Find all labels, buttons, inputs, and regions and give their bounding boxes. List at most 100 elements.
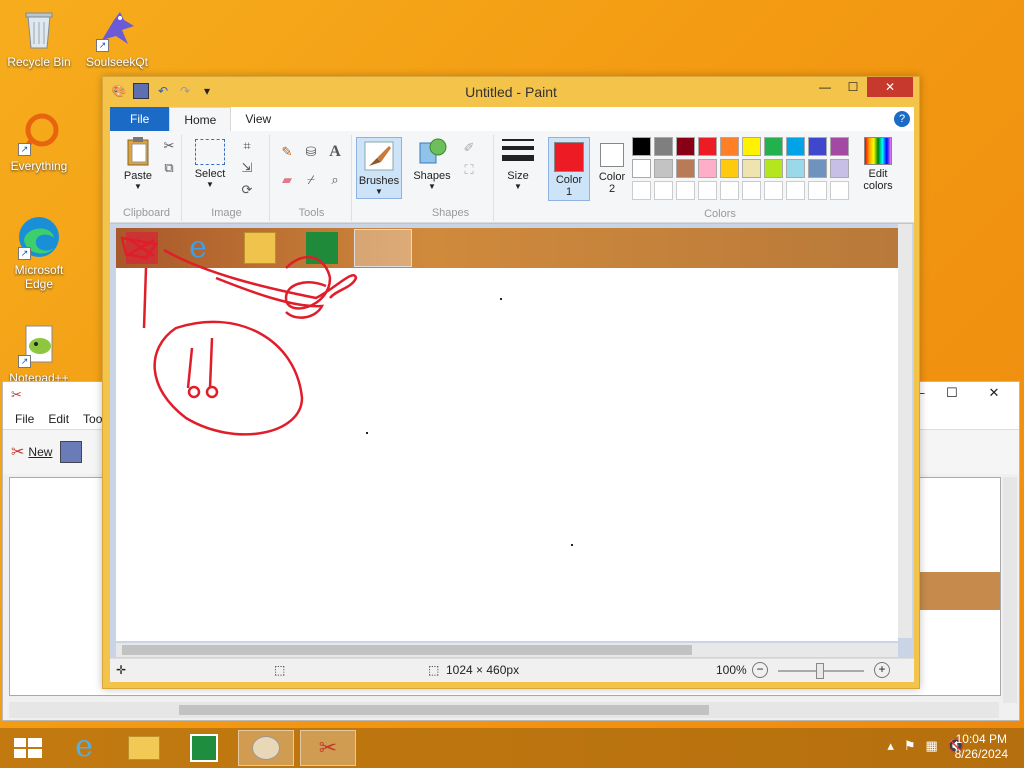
- vertical-scrollbar[interactable]: [1003, 477, 1017, 703]
- zoom-out-button[interactable]: −: [752, 662, 768, 678]
- save-icon[interactable]: [133, 83, 149, 99]
- undo-icon[interactable]: ↶: [155, 83, 171, 99]
- tab-view[interactable]: View: [231, 107, 285, 131]
- clock[interactable]: 10:04 PM 8/26/2024: [955, 732, 1008, 762]
- palette-swatch[interactable]: [764, 181, 783, 200]
- palette-swatch[interactable]: [654, 137, 673, 156]
- palette-swatch[interactable]: [676, 137, 695, 156]
- taskbar-snipping-tool[interactable]: ✂: [300, 730, 356, 766]
- crop-icon[interactable]: ⌗: [238, 137, 256, 155]
- cut-icon[interactable]: ✂: [160, 137, 178, 155]
- vertical-scrollbar[interactable]: [898, 224, 912, 638]
- scroll-thumb[interactable]: [122, 645, 692, 655]
- copy-icon[interactable]: ⧉: [160, 159, 178, 177]
- taskbar-paint[interactable]: [238, 730, 294, 766]
- zoom-in-button[interactable]: +: [874, 662, 890, 678]
- redo-icon[interactable]: ↷: [177, 83, 193, 99]
- edit-colors-button[interactable]: Edit colors: [858, 137, 898, 192]
- action-center-flag-icon[interactable]: ⚑: [904, 738, 916, 754]
- text-icon[interactable]: A: [326, 143, 344, 161]
- eraser-icon[interactable]: ▰: [278, 171, 296, 189]
- outline-icon[interactable]: ✐: [460, 139, 478, 157]
- pencil-icon[interactable]: ✎: [278, 143, 296, 161]
- palette-swatch[interactable]: [654, 159, 673, 178]
- horizontal-scrollbar[interactable]: [9, 702, 999, 718]
- select-button[interactable]: Select ▼: [190, 135, 230, 189]
- palette-swatch[interactable]: [720, 137, 739, 156]
- close-button[interactable]: ✕: [867, 77, 913, 97]
- minimize-button[interactable]: —: [811, 77, 839, 97]
- palette-swatch[interactable]: [698, 137, 717, 156]
- help-icon[interactable]: ?: [894, 111, 910, 127]
- menu-file[interactable]: File: [15, 412, 34, 426]
- taskbar-store[interactable]: [176, 730, 232, 766]
- color1-label: Color: [555, 174, 583, 186]
- start-button[interactable]: [0, 730, 56, 766]
- tab-home[interactable]: Home: [169, 107, 232, 131]
- palette-swatch[interactable]: [720, 159, 739, 178]
- taskbar-file-explorer[interactable]: [116, 730, 172, 766]
- palette-swatch[interactable]: [830, 137, 849, 156]
- palette-swatch[interactable]: [808, 181, 827, 200]
- maximize-button[interactable]: ☐: [935, 382, 969, 406]
- maximize-button[interactable]: ☐: [839, 77, 867, 97]
- taskbar-internet-explorer[interactable]: e: [56, 730, 112, 766]
- palette-swatch[interactable]: [632, 137, 651, 156]
- palette-swatch[interactable]: [786, 181, 805, 200]
- menu-edit[interactable]: Edit: [48, 412, 69, 426]
- palette-swatch[interactable]: [786, 159, 805, 178]
- paint-app-icon[interactable]: 🎨: [111, 83, 127, 99]
- color-spectrum-icon: [864, 137, 892, 165]
- drawing-canvas[interactable]: e: [116, 228, 898, 641]
- rotate-icon[interactable]: ⟳: [238, 181, 256, 199]
- horizontal-scrollbar[interactable]: [116, 643, 898, 657]
- desktop-icon-soulseekqt[interactable]: ↗ SoulseekQt: [78, 6, 156, 69]
- tab-file[interactable]: File: [110, 107, 170, 131]
- scroll-thumb[interactable]: [179, 705, 709, 715]
- menu-tools[interactable]: Too: [83, 412, 102, 426]
- palette-swatch[interactable]: [830, 159, 849, 178]
- palette-swatch[interactable]: [720, 181, 739, 200]
- palette-swatch[interactable]: [698, 159, 717, 178]
- save-icon[interactable]: [60, 441, 83, 463]
- desktop-icon-notepadpp[interactable]: ↗ Notepad++: [0, 322, 78, 385]
- palette-swatch[interactable]: [808, 137, 827, 156]
- close-button[interactable]: ✕: [969, 382, 1019, 406]
- desktop-icon-everything[interactable]: ↗ Everything: [0, 110, 78, 173]
- palette-swatch[interactable]: [654, 181, 673, 200]
- palette-swatch[interactable]: [830, 181, 849, 200]
- palette-swatch[interactable]: [676, 181, 695, 200]
- magnifier-icon[interactable]: ⌕: [326, 171, 344, 189]
- brushes-button[interactable]: Brushes ▼: [356, 137, 402, 199]
- color2-button[interactable]: Color 2: [594, 137, 630, 201]
- palette-swatch[interactable]: [742, 137, 761, 156]
- palette-swatch[interactable]: [676, 159, 695, 178]
- show-hidden-icons-icon[interactable]: ▴: [887, 738, 894, 754]
- paint-window[interactable]: 🎨 ↶ ↷ ▾ Untitled - Paint — ☐ ✕ File Home…: [102, 76, 920, 689]
- palette-swatch[interactable]: [764, 159, 783, 178]
- desktop-icon-microsoft-edge[interactable]: ↗ Microsoft Edge: [0, 214, 78, 291]
- colors-label: colors: [863, 180, 893, 192]
- size-button[interactable]: Size ▼: [498, 135, 538, 191]
- fill-icon[interactable]: ⛶: [460, 161, 478, 179]
- palette-swatch[interactable]: [698, 181, 717, 200]
- resize-icon[interactable]: ⇲: [238, 159, 256, 177]
- palette-swatch[interactable]: [808, 159, 827, 178]
- palette-swatch[interactable]: [632, 159, 651, 178]
- zoom-slider-thumb[interactable]: [816, 663, 824, 679]
- palette-swatch[interactable]: [764, 137, 783, 156]
- color-picker-icon[interactable]: ⌿: [302, 171, 320, 189]
- palette-swatch[interactable]: [742, 181, 761, 200]
- color1-button[interactable]: Color 1: [548, 137, 590, 201]
- new-snip-button[interactable]: ✂ New: [11, 442, 52, 462]
- shapes-button[interactable]: Shapes ▼: [412, 135, 452, 191]
- paint-titlebar[interactable]: 🎨 ↶ ↷ ▾ Untitled - Paint — ☐ ✕: [103, 77, 919, 107]
- network-icon[interactable]: ▦: [926, 738, 938, 754]
- fill-bucket-icon[interactable]: ⛁: [302, 143, 320, 161]
- palette-swatch[interactable]: [742, 159, 761, 178]
- customize-qat-icon[interactable]: ▾: [199, 83, 215, 99]
- desktop-icon-recycle-bin[interactable]: Recycle Bin: [0, 6, 78, 69]
- palette-swatch[interactable]: [632, 181, 651, 200]
- paste-button[interactable]: Paste ▼: [118, 135, 158, 191]
- palette-swatch[interactable]: [786, 137, 805, 156]
